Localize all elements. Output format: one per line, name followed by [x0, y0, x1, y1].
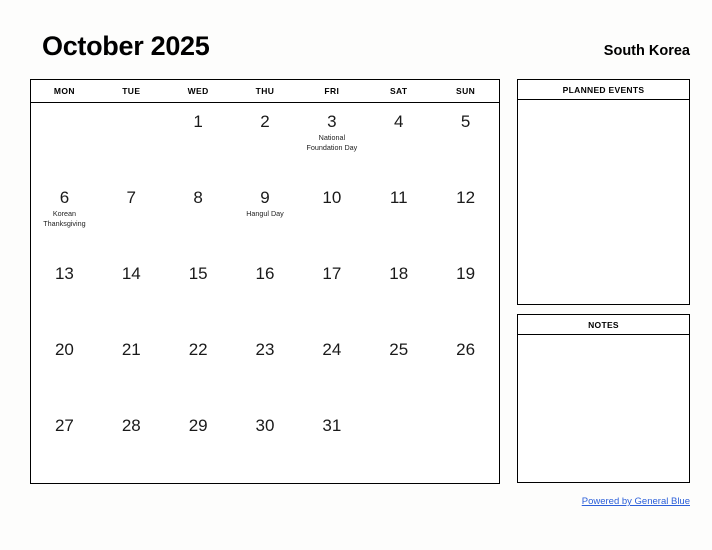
day-number: 11 [389, 188, 408, 207]
day-number: 22 [188, 340, 208, 359]
day-number: 6 [59, 188, 70, 207]
page-header: October 2025 South Korea [0, 0, 712, 76]
day-number: 8 [193, 188, 203, 207]
calendar-week-row: 27 28 29 30 31 [31, 407, 499, 483]
weekday-header-wed: WED [187, 86, 209, 96]
calendar-day-cell[interactable]: 10 [298, 179, 365, 255]
day-number: 14 [121, 264, 141, 283]
calendar-day-cell[interactable]: 4 [365, 103, 432, 179]
weekday-header-mon: MON [53, 86, 75, 96]
day-event-label: National Foundation Day [306, 133, 358, 152]
day-number: 25 [389, 340, 409, 359]
calendar-day-cell[interactable]: 28 [98, 407, 165, 483]
weekday-header-tue: TUE [122, 86, 141, 96]
day-number: 4 [393, 112, 404, 131]
day-number: 10 [322, 188, 342, 207]
day-event-label: Hangul Day [246, 209, 284, 218]
day-number: 17 [322, 264, 342, 283]
calendar-day-cell[interactable]: 8 [165, 179, 232, 255]
calendar-week-row: 13 14 15 16 17 18 19 [31, 255, 499, 331]
calendar-day-cell[interactable]: 17 [298, 255, 365, 331]
weekday-header-sun: SUN [456, 86, 476, 96]
calendar-day-cell[interactable]: 19 [432, 255, 499, 331]
calendar-day-cell[interactable]: 20 [31, 331, 98, 407]
day-number: 24 [322, 340, 342, 359]
planned-events-writing-area[interactable] [518, 100, 689, 304]
calendar-day-cell[interactable]: 29 [165, 407, 232, 483]
calendar-day-cell[interactable]: 31 [298, 407, 365, 483]
calendar-day-cell[interactable]: 18 [365, 255, 432, 331]
calendar-day-cell[interactable]: 22 [165, 331, 232, 407]
notes-writing-area[interactable] [518, 335, 689, 482]
day-number: 23 [255, 340, 275, 359]
calendar-day-cell[interactable]: 13 [31, 255, 98, 331]
calendar-day-cell[interactable]: 11 [365, 179, 432, 255]
calendar-day-cell-empty [31, 103, 98, 179]
notes-title: NOTES [518, 315, 689, 335]
calendar-day-cell[interactable]: 23 [232, 331, 299, 407]
day-number: 26 [456, 340, 476, 359]
calendar-day-cell[interactable]: 27 [31, 407, 98, 483]
calendar-day-cell-empty [432, 407, 499, 483]
calendar-day-cell[interactable]: 26 [432, 331, 499, 407]
calendar-grid: MON TUE WED THU FRI SAT SUN 1 2 3 National Founda… [30, 79, 500, 484]
calendar-day-cell[interactable]: 14 [98, 255, 165, 331]
region-label: South Korea [603, 43, 690, 59]
calendar-day-cell-empty [365, 407, 432, 483]
powered-by-link[interactable]: Powered by General Blue [582, 496, 690, 507]
weekday-header-row: MON TUE WED THU FRI SAT SUN [31, 80, 499, 103]
calendar-week-row: 20 21 22 23 24 25 26 [31, 331, 499, 407]
calendar-day-cell[interactable]: 15 [165, 255, 232, 331]
calendar-day-cell[interactable]: 3 National Foundation Day [298, 103, 365, 179]
weekday-header-sat: SAT [389, 86, 408, 96]
calendar-day-cell[interactable]: 2 [232, 103, 299, 179]
calendar-day-cell[interactable]: 16 [232, 255, 299, 331]
day-number: 5 [460, 112, 471, 131]
day-number: 13 [54, 264, 74, 283]
page-title: October 2025 [42, 31, 210, 61]
calendar-day-cell[interactable]: 24 [298, 331, 365, 407]
calendar-day-cell-empty [98, 103, 165, 179]
day-number: 15 [188, 264, 208, 283]
day-number: 7 [126, 188, 137, 207]
calendar-day-cell[interactable]: 5 [432, 103, 499, 179]
day-number: 19 [456, 264, 476, 283]
day-number: 9 [260, 188, 270, 207]
calendar-day-cell[interactable]: 1 [165, 103, 232, 179]
day-number: 28 [121, 416, 141, 435]
calendar-day-cell[interactable]: 12 [432, 179, 499, 255]
day-number: 1 [193, 112, 203, 131]
day-number: 12 [456, 188, 476, 207]
day-number: 21 [121, 340, 141, 359]
weekday-header-fri: FRI [324, 86, 340, 96]
day-number: 29 [188, 416, 208, 435]
calendar-day-cell[interactable]: 7 [98, 179, 165, 255]
day-number: 20 [54, 340, 74, 359]
notes-panel: NOTES [517, 314, 690, 483]
day-number: 30 [255, 416, 275, 435]
calendar-day-cell[interactable]: 9 Hangul Day [232, 179, 299, 255]
day-number: 18 [389, 264, 409, 283]
day-number: 31 [322, 416, 342, 435]
day-number: 27 [54, 416, 74, 435]
calendar-week-row: 1 2 3 National Foundation Day 4 5 [31, 103, 499, 179]
day-number: 2 [260, 112, 270, 131]
calendar-day-cell[interactable]: 6 Korean Thanksgiving [31, 179, 98, 255]
day-number: 3 [327, 112, 337, 131]
day-event-label: Korean Thanksgiving [43, 209, 86, 228]
calendar-day-cell[interactable]: 30 [232, 407, 299, 483]
planned-events-panel: PLANNED EVENTS [517, 79, 690, 305]
calendar-weeks: 1 2 3 National Foundation Day 4 5 6 Korean Than… [31, 103, 499, 483]
weekday-header-thu: THU [255, 86, 275, 96]
calendar-week-row: 6 Korean Thanksgiving 7 8 9 Hangul Day 10 11 12 [31, 179, 499, 255]
calendar-day-cell[interactable]: 25 [365, 331, 432, 407]
calendar-day-cell[interactable]: 21 [98, 331, 165, 407]
planned-events-title: PLANNED EVENTS [518, 80, 689, 100]
day-number: 16 [255, 264, 275, 283]
